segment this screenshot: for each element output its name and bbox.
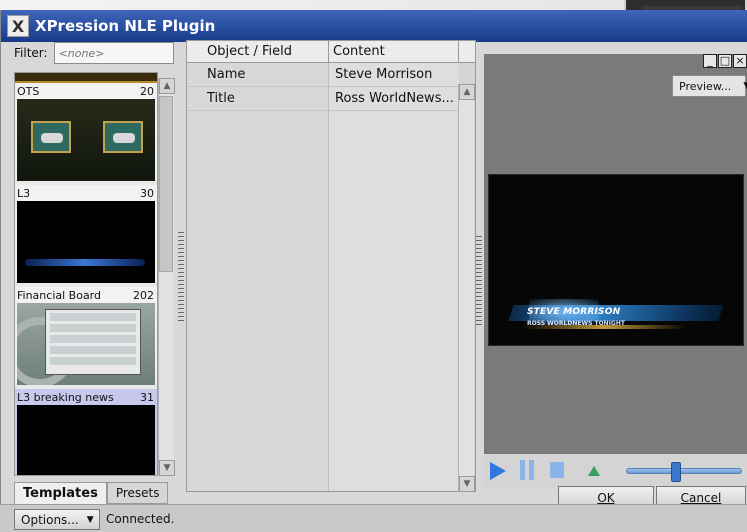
field-content[interactable]: Ross WorldNews... — [329, 87, 459, 110]
filter-input[interactable] — [53, 42, 174, 64]
template-name: L3 breaking news — [17, 391, 114, 404]
chevron-down-icon: ▼ — [743, 81, 747, 91]
preview-dropdown[interactable]: Preview... ▼ — [672, 75, 747, 97]
preview-label: Preview... — [679, 79, 732, 93]
board-row — [50, 357, 136, 365]
filter-label: Filter: — [14, 46, 48, 60]
template-count: 31 — [140, 391, 154, 404]
options-label: Options... — [21, 512, 79, 527]
scroll-up-icon[interactable]: ▲ — [159, 78, 175, 94]
field-name: Name — [207, 67, 246, 82]
maximize-icon[interactable]: □ — [718, 54, 732, 68]
template-list-scrollbar[interactable]: ▲ ▼ — [158, 78, 175, 476]
filter-row: Filter: — [14, 40, 178, 66]
status-bar: Options... ▼ Connected. — [0, 504, 747, 532]
pause-icon[interactable] — [520, 460, 534, 480]
window-title: XPression NLE Plugin — [35, 17, 216, 35]
panel-window-controls: _ □ × — [702, 54, 747, 68]
transport-bar — [484, 454, 747, 488]
stop-icon[interactable] — [550, 462, 564, 478]
eject-icon[interactable] — [588, 466, 600, 476]
template-item-ots[interactable]: OTS 20 — [15, 83, 157, 185]
fields-table: Object / Field Content Name Steve Morris… — [186, 40, 476, 492]
template-tabs: Templates Presets — [14, 482, 178, 504]
board-row — [50, 313, 136, 321]
slider-thumb[interactable] — [671, 462, 681, 482]
table-row[interactable]: Title Ross WorldNews... — [187, 87, 475, 111]
close-icon[interactable]: × — [733, 54, 747, 68]
template-thumbnail — [17, 303, 155, 385]
previous-template-thumb — [15, 73, 157, 83]
fields-scrollbar[interactable]: ▲ ▼ — [458, 84, 475, 492]
ots-card-left — [31, 121, 71, 153]
template-count: 30 — [140, 187, 154, 200]
column-header-field[interactable]: Object / Field — [187, 41, 329, 62]
template-item-l3[interactable]: L3 30 — [15, 185, 157, 287]
play-icon[interactable] — [490, 462, 506, 480]
lower-third-name: STEVE MORRISON — [527, 307, 621, 317]
scroll-up-icon[interactable]: ▲ — [459, 84, 475, 100]
tab-templates[interactable]: Templates — [14, 482, 107, 504]
column-header-content[interactable]: Content — [329, 41, 459, 62]
board-row — [50, 346, 136, 354]
content-column-bg — [329, 63, 459, 491]
table-row[interactable]: Name Steve Morrison — [187, 63, 475, 87]
board-panel — [45, 309, 141, 375]
right-splitter-grip[interactable] — [476, 236, 482, 326]
field-name: Title — [207, 91, 235, 106]
scroll-thumb[interactable] — [159, 96, 173, 272]
template-thumbnail — [17, 405, 155, 475]
title-bar[interactable]: XPression NLE Plugin — [1, 10, 747, 42]
scroll-down-icon[interactable]: ▼ — [459, 476, 475, 492]
template-list[interactable]: OTS 20 L3 30 Financial Board 202 L3 brea… — [14, 72, 158, 476]
chevron-down-icon: ▼ — [86, 514, 94, 525]
status-text: Connected. — [106, 512, 175, 526]
template-name: OTS — [17, 85, 40, 98]
options-button[interactable]: Options... ▼ — [14, 509, 100, 530]
thumbnail-lower-third-bar — [25, 259, 145, 266]
scroll-down-icon[interactable]: ▼ — [159, 460, 175, 476]
template-thumbnail — [17, 201, 155, 283]
timeline-slider[interactable] — [626, 462, 742, 482]
ok-label: OK — [597, 491, 615, 505]
fields-body: Name Steve Morrison Title Ross WorldNews… — [187, 63, 475, 491]
template-count: 20 — [140, 85, 154, 98]
video-preview: STEVE MORRISON ROSS WORLDNEWS TONIGHT — [488, 174, 744, 346]
lower-third-title: ROSS WORLDNEWS TONIGHT — [527, 320, 625, 327]
app-logo-icon — [7, 15, 29, 37]
ots-card-right — [103, 121, 143, 153]
template-item-financial-board[interactable]: Financial Board 202 — [15, 287, 157, 389]
minimize-icon[interactable]: _ — [703, 54, 717, 68]
tab-presets[interactable]: Presets — [106, 482, 169, 504]
template-name: L3 — [17, 187, 31, 200]
board-row — [50, 335, 136, 343]
fields-header: Object / Field Content — [187, 41, 475, 63]
cancel-label: Cancel — [680, 491, 722, 505]
left-splitter-grip[interactable] — [178, 232, 184, 322]
template-count: 202 — [133, 289, 154, 302]
template-name: Financial Board — [17, 289, 101, 302]
template-thumbnail — [17, 99, 155, 181]
field-content[interactable]: Steve Morrison — [329, 63, 459, 86]
field-column-bg — [187, 63, 329, 491]
board-row — [50, 324, 136, 332]
template-item-l3-breaking-news[interactable]: L3 breaking news 31 — [15, 389, 157, 475]
